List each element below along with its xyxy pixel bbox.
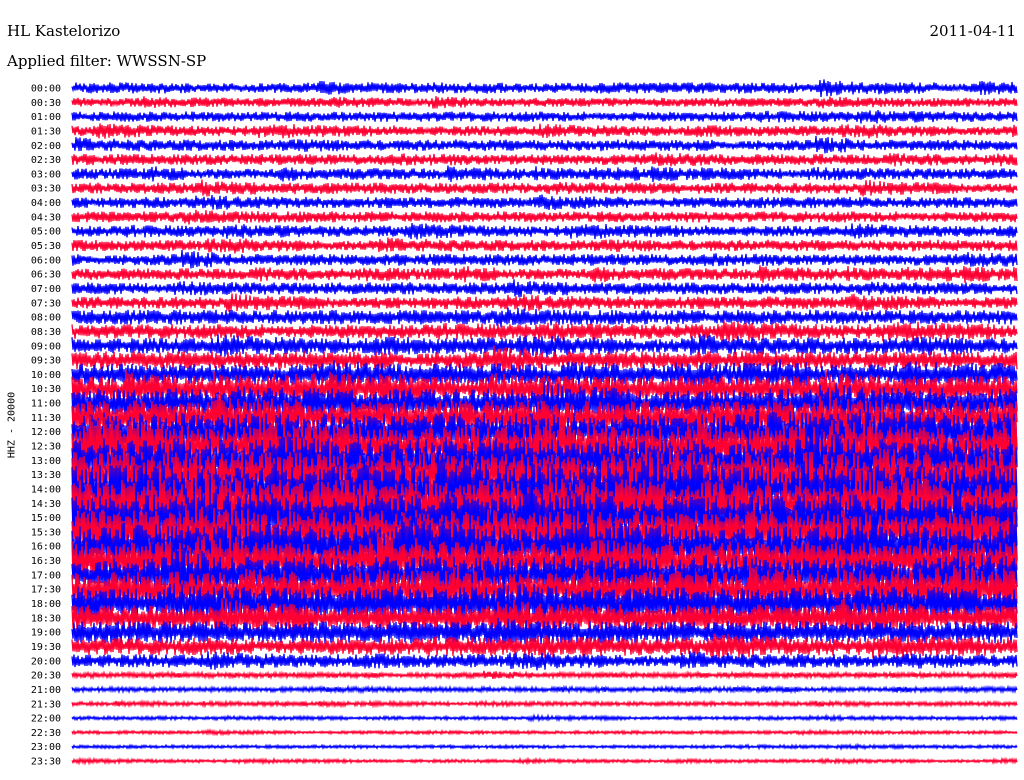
trace-row-0000 [71,79,1018,97]
row-time-label: 00:00 [31,84,61,95]
row-time-label: 23:00 [31,742,61,753]
trace-row-2300 [71,742,1018,752]
trace-row-2230 [71,728,1018,737]
row-time-label: 18:30 [31,613,61,624]
row-time-label: 07:30 [31,298,61,309]
row-time-label: 00:30 [31,98,61,109]
row-time-label: 05:30 [31,241,61,252]
trace-row-0700 [71,279,1018,298]
row-time-label: 20:30 [31,671,61,682]
trace-row-0530 [71,237,1018,254]
row-time-label: 21:30 [31,699,61,710]
trace-group [71,79,1018,766]
row-time-label: 22:00 [31,714,61,725]
row-time-label: 05:00 [31,227,61,238]
row-time-label: 08:00 [31,313,61,324]
helicorder-plot: 00:00 00:30 01:00 01:30 02:00 02:30 03:00 03:30… [31,79,1018,768]
row-time-label: 13:30 [31,470,61,481]
row-time-label: 11:00 [31,399,61,410]
row-time-label: 01:30 [31,126,61,137]
trace-row-0400 [71,194,1018,211]
row-time-label: 17:00 [31,570,61,581]
trace-row-2130 [71,698,1018,709]
row-time-label: 14:30 [31,499,61,510]
trace-row-0130 [71,123,1018,139]
row-time-label: 09:00 [31,341,61,352]
row-time-label: 23:30 [31,757,61,768]
row-time-label: 16:00 [31,542,61,553]
row-time-label: 01:00 [31,112,61,123]
row-label-group: 00:00 00:30 01:00 01:30 02:00 02:30 03:00 03:30… [31,84,61,768]
row-time-label: 04:00 [31,198,61,209]
row-time-label: 06:30 [31,270,61,281]
trace-row-0030 [71,96,1018,109]
trace-row-0600 [71,250,1018,269]
row-time-label: 08:30 [31,327,61,338]
trace-row-0100 [71,110,1018,124]
trace-row-0630 [71,265,1018,283]
trace-row-0200 [71,136,1018,154]
row-time-label: 18:00 [31,599,61,610]
row-time-label: 10:30 [31,384,61,395]
row-time-label: 17:30 [31,585,61,596]
row-time-label: 15:00 [31,513,61,524]
row-time-label: 07:00 [31,284,61,295]
row-time-label: 06:00 [31,255,61,266]
trace-row-2330 [71,756,1018,766]
trace-row-0230 [71,152,1018,167]
row-time-label: 21:00 [31,685,61,696]
trace-row-0730 [71,293,1018,313]
row-time-label: 19:00 [31,628,61,639]
trace-row-0300 [71,165,1018,183]
row-time-label: 15:30 [31,527,61,538]
trace-row-2030 [71,670,1018,681]
trace-row-0430 [71,209,1018,225]
row-time-label: 09:30 [31,356,61,367]
row-time-label: 03:30 [31,184,61,195]
trace-row-2100 [71,684,1018,695]
trace-row-0500 [71,223,1018,240]
row-time-label: 16:30 [31,556,61,567]
row-time-label: 14:00 [31,484,61,495]
row-time-label: 02:00 [31,141,61,152]
row-time-label: 10:00 [31,370,61,381]
row-time-label: 12:30 [31,442,61,453]
row-time-label: 02:30 [31,155,61,166]
trace-row-2200 [71,713,1018,723]
row-time-label: 04:30 [31,212,61,223]
row-time-label: 03:00 [31,169,61,180]
row-time-label: 19:30 [31,642,61,653]
row-time-label: 12:00 [31,427,61,438]
row-time-label: 22:30 [31,728,61,739]
row-time-label: 13:00 [31,456,61,467]
row-time-label: 11:30 [31,413,61,424]
row-time-label: 20:00 [31,656,61,667]
trace-row-0330 [71,179,1018,197]
